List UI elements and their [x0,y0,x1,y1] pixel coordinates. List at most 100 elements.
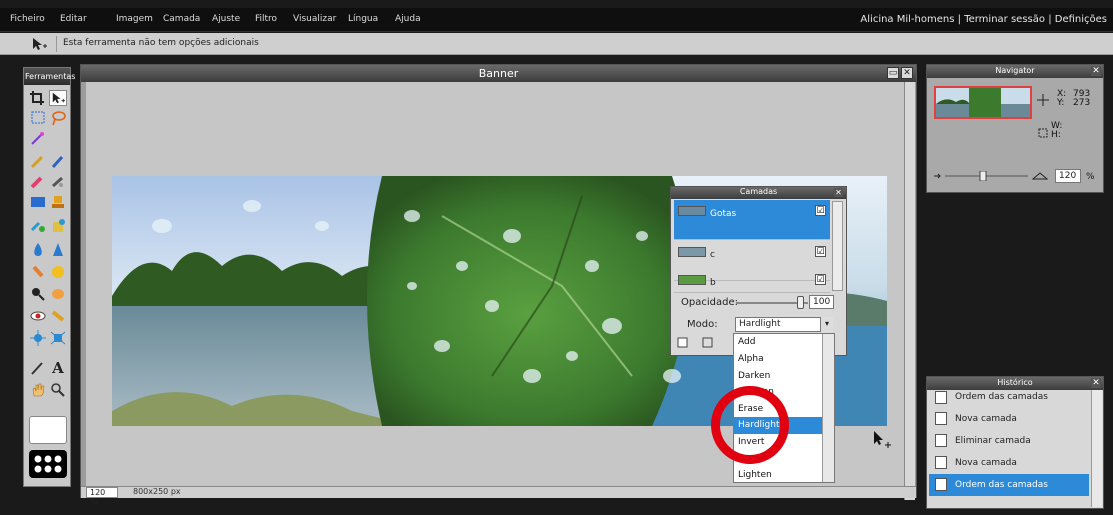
layers-panel: Camadas ✕ Gotas ☑ c ☑ b ☑ Opacidade: 100… [670,186,847,356]
eraser-icon[interactable] [29,174,47,190]
pencil-icon[interactable] [29,154,47,170]
mode-label: Modo: [687,319,718,330]
mode-option[interactable]: Lighten [734,467,822,484]
layer-visibility-checkbox[interactable]: ☑ [815,205,826,216]
clone-icon[interactable] [49,174,67,190]
layers-close-button[interactable]: ✕ [834,188,843,197]
maximize-button[interactable]: ▭ [887,67,899,79]
mode-option[interactable]: Alpha [734,351,822,368]
divider [56,36,57,52]
mode-option[interactable]: Darken [734,368,822,385]
history-item[interactable]: Eliminar camada [929,430,1089,452]
history-item-label: Nova camada [955,458,1017,468]
zoom-icon[interactable] [29,286,47,302]
user-links: Alicina Mil-homens | Terminar sessão | D… [860,14,1107,25]
navigator-panel: Navigator ✕ X: 793 Y: 273 W: H: 120 % [926,64,1104,193]
history-item-label: Ordem das camadas [955,392,1048,402]
sponge-icon[interactable] [49,286,67,302]
size-icon [1038,128,1048,138]
marquee-icon[interactable] [29,110,47,126]
menu-ajuste[interactable]: Ajuste [212,14,240,24]
move-tool-icon [33,38,47,50]
move-icon[interactable] [49,90,67,106]
layers-title: Camadas [671,187,846,199]
document-title: Banner [81,65,916,82]
menu-ficheiro[interactable]: Ficheiro [10,14,45,24]
history-item[interactable]: Nova camada [929,452,1089,474]
vertical-scrollbar[interactable] [904,82,915,500]
user-name[interactable]: Alicina Mil-homens [860,14,954,25]
dodge-icon[interactable] [49,264,67,280]
spot-heal-icon[interactable] [49,308,67,324]
dropdown-scrollbar[interactable] [822,334,834,482]
menu-visualizar[interactable]: Visualizar [293,14,336,24]
menu-imagem[interactable]: Imagem [116,14,153,24]
history-item-label: Ordem das camadas [955,480,1048,490]
gradient-icon[interactable] [29,194,47,210]
crosshair-icon [1037,94,1049,106]
text-icon[interactable]: A [49,359,67,377]
zoom-slider[interactable] [933,171,1053,181]
navigator-zoom-input[interactable]: 120 [1055,169,1081,183]
brush-icon[interactable] [49,154,67,170]
menu-filtro[interactable]: Filtro [255,14,277,24]
history-item[interactable]: Nova camada [929,408,1089,430]
sharpen-icon[interactable] [49,242,67,258]
close-button[interactable]: ✕ [901,67,913,79]
menu-ajuda[interactable]: Ajuda [395,14,421,24]
zoom-unit: % [1086,172,1095,182]
fill-icon[interactable] [49,218,67,234]
navigator-close-button[interactable]: ✕ [1091,66,1101,76]
eyedropper-icon[interactable] [29,360,47,376]
history-item-selected[interactable]: Ordem das camadas [929,474,1089,496]
layer-tools[interactable] [677,337,717,349]
toolbox-title: Ferramentas [24,68,75,85]
magnifier-icon[interactable] [49,382,67,398]
blend-mode-select[interactable]: Hardlight [735,317,833,332]
primary-color-swatch[interactable] [29,416,67,444]
separator: | [1048,14,1052,25]
hand-icon[interactable] [29,382,47,398]
history-entry-icon [935,456,947,469]
navigator-thumbnail[interactable] [934,86,1032,119]
history-panel: Histórico ✕ Ordem das camadas Nova camad… [926,376,1104,509]
zoom-field[interactable]: 120 % [86,487,118,506]
chevron-down-icon[interactable]: ▾ [820,317,833,332]
magic-wand-icon[interactable] [29,130,47,146]
secondary-color-swatch[interactable] [29,450,67,478]
lasso-icon[interactable] [49,110,67,126]
logout-link[interactable]: Terminar sessão [964,14,1045,25]
layer-visibility-checkbox[interactable]: ☑ [815,274,826,285]
menu-editar[interactable]: Editar [60,14,87,24]
history-close-button[interactable]: ✕ [1091,378,1101,388]
pinch-icon[interactable] [49,330,67,346]
history-item-label: Eliminar camada [955,436,1031,446]
stamp-icon[interactable] [49,194,67,210]
opacity-label: Opacidade: [681,297,738,308]
history-entry-icon [935,478,947,491]
history-scrollbar[interactable] [1091,390,1102,507]
blur-icon[interactable] [29,242,47,258]
color-replace-icon[interactable] [29,218,47,234]
opacity-input[interactable]: 100 [809,295,834,309]
bloat-icon[interactable] [29,330,47,346]
opacity-slider-handle[interactable] [797,296,804,309]
layers-scrollbar[interactable] [832,201,843,291]
settings-link[interactable]: Definições [1055,14,1107,25]
layer-thumbnail [678,275,706,285]
highlight-circle [711,386,789,464]
layer-name: Gotas [710,209,737,219]
menu-lingua[interactable]: Língua [348,14,378,24]
menu-camada[interactable]: Camada [163,14,200,24]
mode-option[interactable]: Add [734,334,822,351]
layer-thumbnail [678,206,706,216]
layer-row[interactable]: b ☑ [674,269,830,293]
history-entry-icon [935,412,947,425]
crop-icon[interactable] [29,90,47,106]
separator: | [957,14,961,25]
layer-row[interactable]: Gotas ☑ [674,200,830,240]
image-size: 800x250 px [133,487,181,496]
layer-visibility-checkbox[interactable]: ☑ [815,246,826,257]
smudge-icon[interactable] [29,264,47,280]
red-eye-icon[interactable] [29,308,47,324]
